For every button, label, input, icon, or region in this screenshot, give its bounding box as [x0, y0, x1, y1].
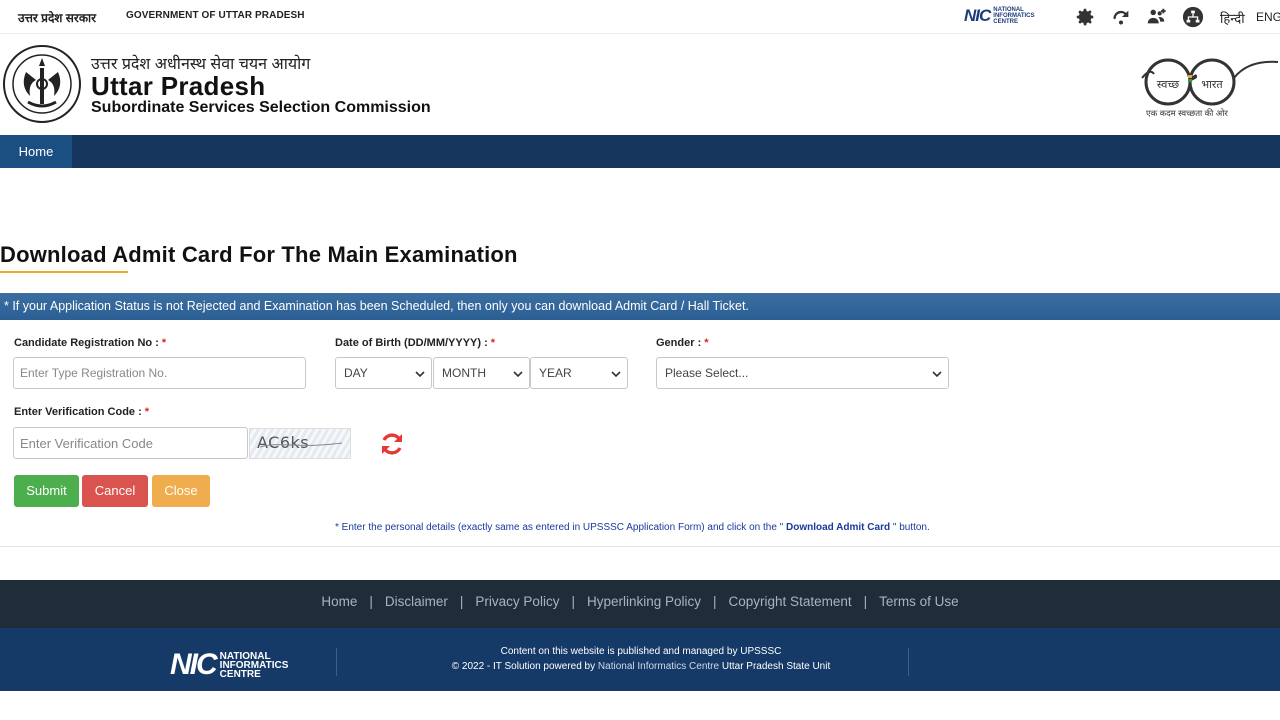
required-marker: *	[161, 337, 167, 349]
required-marker: *	[490, 337, 496, 349]
gender-select[interactable]: Please Select...	[656, 357, 949, 389]
required-marker: *	[144, 406, 150, 418]
chevron-down-icon	[611, 371, 621, 378]
footer-link-hyperlinking-policy[interactable]: Hyperlinking Policy	[587, 594, 701, 609]
header-title: Uttar Pradesh	[91, 71, 266, 101]
site-header: उत्तर प्रदेश अधीनस्थ सेवा चयन आयोग Uttar…	[0, 34, 1280, 135]
info-banner: * If your Application Status is not Reje…	[0, 293, 1280, 320]
footer-link-privacy-policy[interactable]: Privacy Policy	[475, 594, 559, 609]
link-separator: |	[571, 593, 575, 609]
link-separator: |	[863, 593, 868, 609]
link-separator: |	[369, 593, 373, 609]
link-separator: |	[713, 593, 717, 609]
top-utility-bar: उत्तर प्रदेश सरकार GOVERNMENT OF UTTAR P…	[0, 0, 1280, 34]
gender-label: Gender : *	[656, 337, 709, 349]
title-underline	[0, 271, 128, 273]
up-state-emblem[interactable]	[2, 44, 82, 124]
chevron-down-icon	[415, 371, 425, 378]
swachh-word-right: भारत	[1201, 79, 1223, 91]
refresh-captcha-icon[interactable]	[379, 431, 405, 457]
swachh-word-left: स्वच्छ	[1157, 79, 1179, 91]
sitemap-icon[interactable]	[1182, 6, 1204, 28]
footer-link-copyright[interactable]: Copyright Statement	[729, 594, 852, 609]
submit-button[interactable]: Submit	[14, 475, 79, 507]
gender-value: Please Select...	[665, 366, 749, 380]
dob-day-value: DAY	[344, 366, 368, 380]
footer-link-terms[interactable]: Terms of Use	[879, 594, 959, 609]
content-divider	[0, 546, 1280, 547]
government-name-english[interactable]: GOVERNMENT OF UTTAR PRADESH	[126, 10, 305, 21]
required-marker: *	[704, 337, 709, 349]
footer-links-bar: Home | Disclaimer | Privacy Policy | Hyperl…	[0, 580, 1280, 628]
footer-link-disclaimer[interactable]: Disclaimer	[385, 594, 448, 609]
registration-label: Candidate Registration No : *	[14, 337, 167, 349]
language-hindi-link[interactable]: हिन्दी	[1220, 9, 1245, 27]
footer-bottom: NIC NATIONAL INFORMATICS CENTRE Content …	[0, 628, 1280, 691]
nic-logo[interactable]: NIC NATIONAL INFORMATICS CENTRE	[964, 6, 1049, 26]
nic-logo-text: NIC	[964, 6, 991, 25]
close-button[interactable]: Close	[152, 475, 210, 507]
swachh-tagline: एक कदम स्वच्छता की ओर	[1146, 108, 1228, 118]
dob-label: Date of Birth (DD/MM/YYYY) : *	[335, 337, 496, 349]
page-title: Download Admit Card For The Main Examina…	[0, 242, 518, 267]
footer-link-home[interactable]: Home	[321, 594, 357, 609]
dob-year-select[interactable]: YEAR	[530, 357, 628, 389]
footer-nic-link[interactable]: National Informatics Centre	[598, 661, 719, 672]
verification-code-input[interactable]	[13, 427, 248, 459]
dob-month-select[interactable]: MONTH	[433, 357, 530, 389]
footer-copyright: © 2022 - IT Solution powered by National…	[451, 661, 831, 672]
header-subtitle: Subordinate Services Selection Commissio…	[91, 99, 431, 116]
registration-input[interactable]	[13, 357, 306, 389]
download-admit-card-text: Download Admit Card	[783, 522, 893, 533]
footer-managed-by: Content on this website is published and…	[500, 646, 782, 657]
swachh-bharat-logo: स्वच्छ भारत एक कदम स्वच्छता की ओर	[1141, 58, 1279, 118]
skip-to-content-icon[interactable]	[1110, 6, 1132, 28]
captcha-noise	[260, 442, 342, 448]
chevron-down-icon	[932, 371, 942, 378]
verification-code-label: Enter Verification Code : *	[14, 406, 150, 418]
link-separator: |	[459, 593, 464, 609]
chevron-down-icon	[513, 371, 523, 378]
dob-day-select[interactable]: DAY	[335, 357, 432, 389]
dob-year-value: YEAR	[539, 366, 572, 380]
main-navigation: Home	[0, 135, 1280, 168]
form-instruction-note: * Enter the personal details (exactly sa…	[335, 522, 930, 533]
government-name-hindi: उत्तर प्रदेश सरकार	[18, 11, 97, 25]
dob-month-value: MONTH	[442, 366, 486, 380]
nav-home-link[interactable]: Home	[0, 135, 72, 168]
accessibility-icon[interactable]	[1145, 6, 1167, 28]
nic-logo-subtext: NATIONAL INFORMATICS CENTRE	[993, 7, 1035, 25]
settings-icon[interactable]	[1074, 6, 1096, 28]
captcha-image: AC6ks	[249, 428, 351, 459]
cancel-button[interactable]: Cancel	[82, 475, 148, 507]
language-english-link[interactable]: ENG	[1256, 10, 1280, 24]
